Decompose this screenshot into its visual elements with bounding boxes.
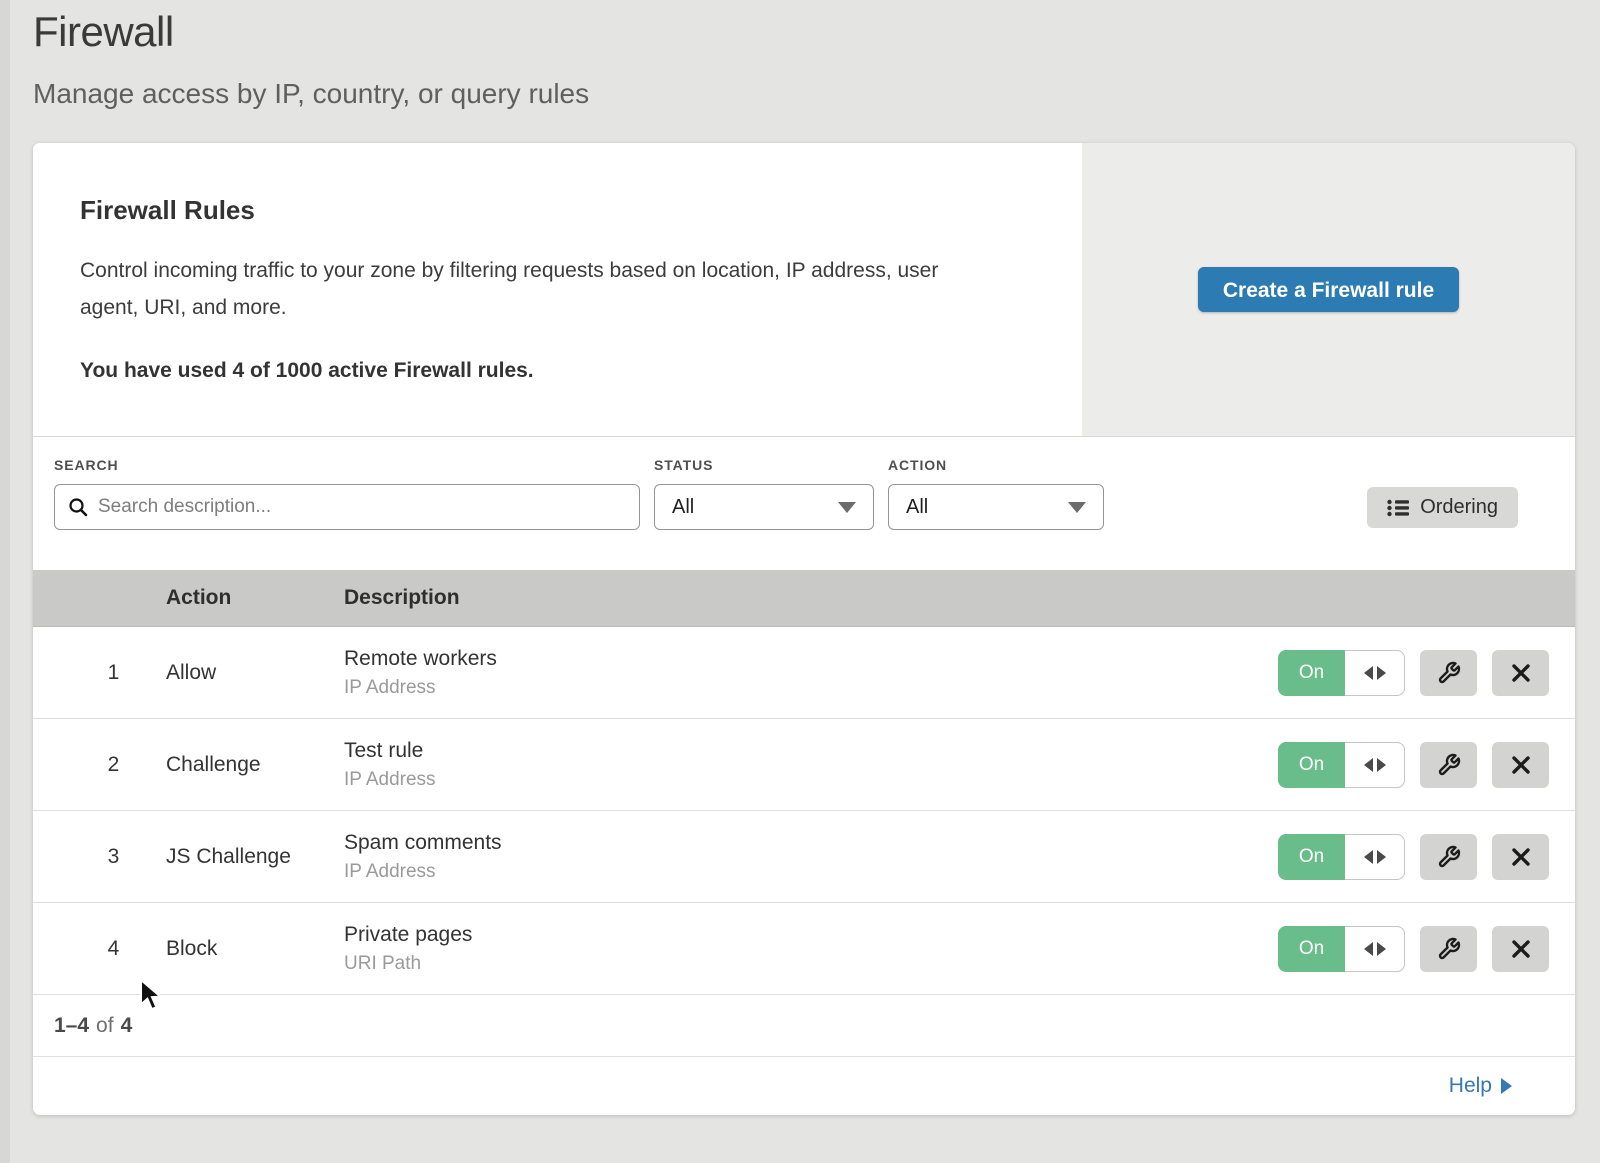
intro-description: Control incoming traffic to your zone by… [80,252,1002,326]
pagination: 1–4 of 4 [33,995,1575,1057]
action-select[interactable]: All [888,484,1104,530]
toggle-on-label: On [1278,926,1345,972]
help-link-label: Help [1449,1074,1492,1098]
x-icon [1510,662,1532,684]
filters-bar: SEARCH STATUS All ACTION All [33,437,1575,570]
pagination-range: 1–4 [54,1014,89,1038]
rule-action: Allow [166,661,344,685]
table-row: 3 JS Challenge Spam comments IP Address … [33,811,1575,903]
row-controls: On [1278,742,1575,788]
row-controls: On [1278,834,1575,880]
rule-description: Private pages [344,923,1278,947]
left-right-arrows-icon [1345,650,1405,696]
search-input-wrap [54,484,640,530]
rule-priority: 4 [33,937,166,961]
edit-rule-button[interactable] [1420,650,1477,696]
table-header: Action Description [33,570,1575,627]
delete-rule-button[interactable] [1492,742,1549,788]
rule-description-cell: Remote workers IP Address [344,647,1278,699]
rule-action: JS Challenge [166,845,344,869]
left-right-arrows-icon [1345,926,1405,972]
wrench-icon [1437,661,1461,685]
status-label: STATUS [654,457,874,473]
action-selected-value: All [906,496,928,519]
wrench-icon [1437,937,1461,961]
edit-rule-button[interactable] [1420,834,1477,880]
rule-enabled-toggle[interactable]: On [1278,742,1405,788]
status-select[interactable]: All [654,484,874,530]
column-action: Action [166,586,344,610]
row-controls: On [1278,650,1575,696]
intro-heading: Firewall Rules [80,195,1002,226]
page-subtitle: Manage access by IP, country, or query r… [33,78,589,110]
action-label: ACTION [888,457,1104,473]
page-title: Firewall [33,8,589,56]
delete-rule-button[interactable] [1492,834,1549,880]
pagination-of: of [96,1014,114,1038]
rule-action: Challenge [166,753,344,777]
edit-rule-button[interactable] [1420,742,1477,788]
rule-enabled-toggle[interactable]: On [1278,650,1405,696]
create-firewall-rule-button[interactable]: Create a Firewall rule [1198,267,1459,312]
rule-description-cell: Spam comments IP Address [344,831,1278,883]
pagination-total: 4 [121,1014,133,1038]
list-icon [1387,499,1409,517]
rule-match-type: IP Address [344,769,1278,791]
rule-description: Remote workers [344,647,1278,671]
toggle-on-label: On [1278,650,1345,696]
rule-priority: 2 [33,753,166,777]
table-row: 1 Allow Remote workers IP Address On [33,627,1575,719]
left-right-arrows-icon [1345,834,1405,880]
window-edge [0,0,10,1163]
rule-description-cell: Test rule IP Address [344,739,1278,791]
search-input[interactable] [98,496,626,518]
x-icon [1510,754,1532,776]
ordering-button-label: Ordering [1420,496,1498,519]
rule-match-type: URI Path [344,953,1278,975]
rule-description: Spam comments [344,831,1278,855]
rule-enabled-toggle[interactable]: On [1278,926,1405,972]
intro-text-panel: Firewall Rules Control incoming traffic … [33,143,1082,436]
left-right-arrows-icon [1345,742,1405,788]
search-filter-group: SEARCH [54,457,640,530]
card-footer: Help [33,1057,1575,1115]
rule-description: Test rule [344,739,1278,763]
intro-section: Firewall Rules Control incoming traffic … [33,143,1575,437]
toggle-on-label: On [1278,742,1345,788]
status-filter-group: STATUS All [654,457,874,530]
row-controls: On [1278,926,1575,972]
firewall-rules-card: Firewall Rules Control incoming traffic … [33,143,1575,1115]
wrench-icon [1437,753,1461,777]
rule-description-cell: Private pages URI Path [344,923,1278,975]
intro-action-panel: Create a Firewall rule [1082,143,1575,436]
triangle-right-icon [1501,1078,1512,1094]
rule-action: Block [166,937,344,961]
column-description: Description [344,586,1575,610]
action-filter-group: ACTION All [888,457,1104,530]
x-icon [1510,846,1532,868]
delete-rule-button[interactable] [1492,650,1549,696]
help-link[interactable]: Help [1449,1074,1512,1098]
rule-priority: 1 [33,661,166,685]
rule-match-type: IP Address [344,677,1278,699]
status-selected-value: All [672,496,694,519]
chevron-down-icon [1068,502,1086,513]
chevron-down-icon [838,502,856,513]
table-row: 2 Challenge Test rule IP Address On [33,719,1575,811]
rule-enabled-toggle[interactable]: On [1278,834,1405,880]
page-header: Firewall Manage access by IP, country, o… [33,8,589,110]
rules-usage-text: You have used 4 of 1000 active Firewall … [80,359,1002,383]
toggle-on-label: On [1278,834,1345,880]
ordering-button[interactable]: Ordering [1367,487,1518,528]
delete-rule-button[interactable] [1492,926,1549,972]
rule-priority: 3 [33,845,166,869]
search-icon [68,497,88,517]
table-row: 4 Block Private pages URI Path On [33,903,1575,995]
wrench-icon [1437,845,1461,869]
search-label: SEARCH [54,457,640,473]
rule-match-type: IP Address [344,861,1278,883]
x-icon [1510,938,1532,960]
edit-rule-button[interactable] [1420,926,1477,972]
